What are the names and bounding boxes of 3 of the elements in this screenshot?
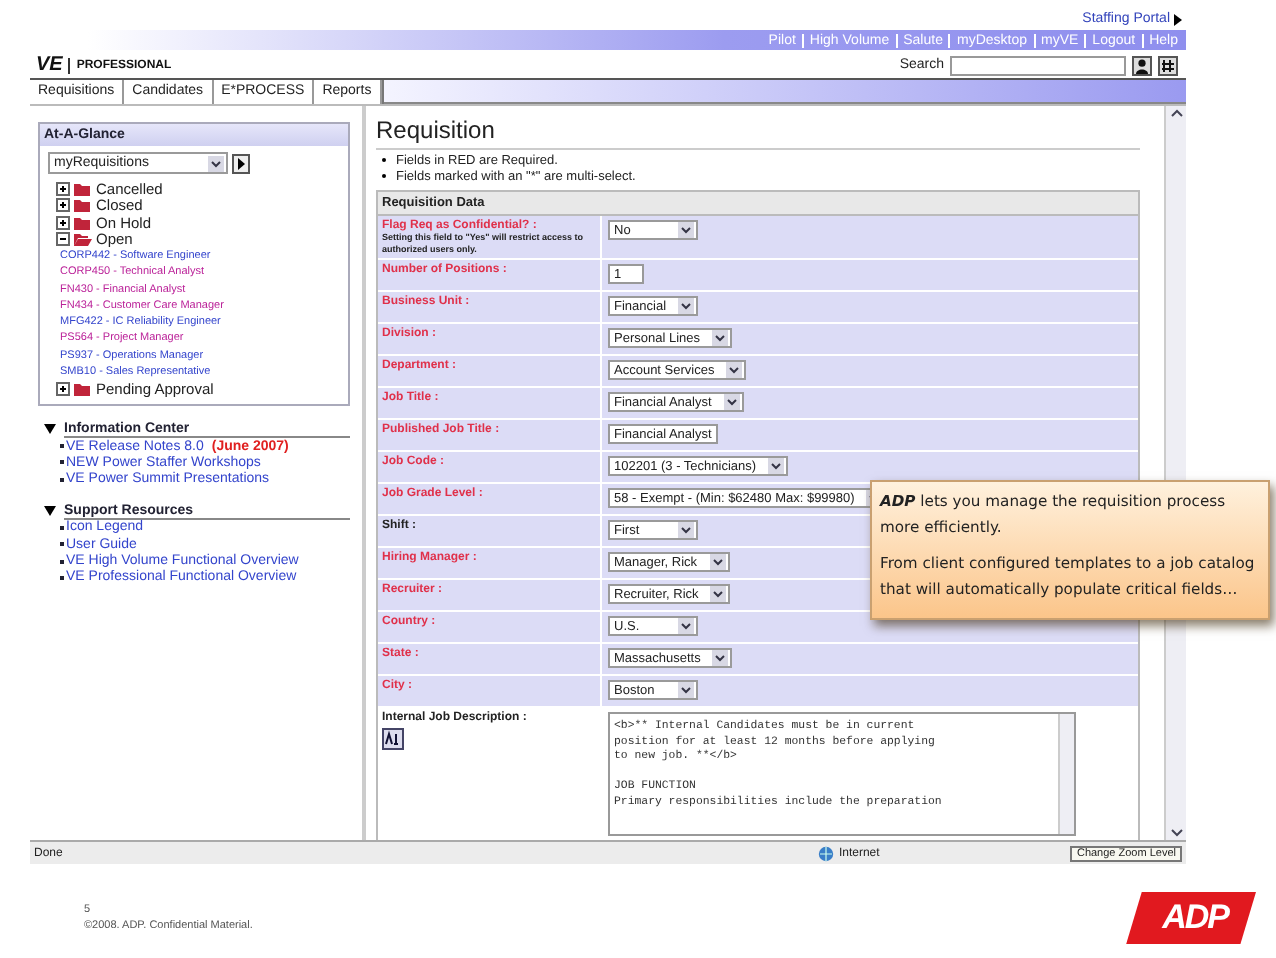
- page-title: Requisition: [376, 116, 497, 144]
- adp-logo: ADP: [1126, 892, 1256, 944]
- logo-mark: VE: [36, 54, 63, 76]
